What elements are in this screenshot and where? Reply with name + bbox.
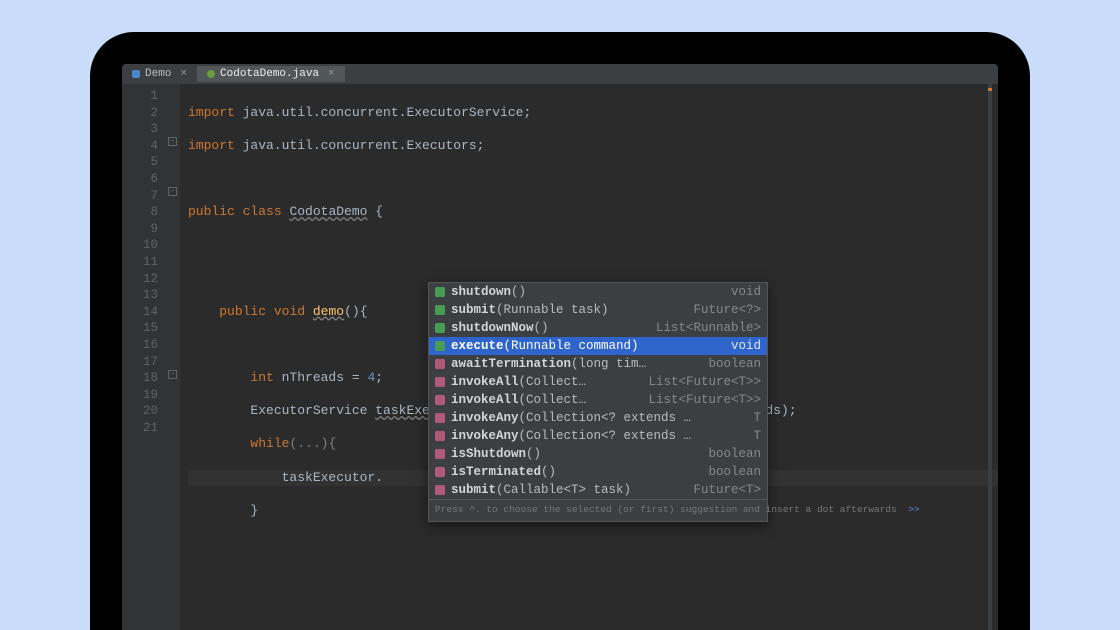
device-frame: Demo × CodotaDemo.java × 123 456 789 101…: [90, 32, 1030, 630]
completion-return-type: boolean: [708, 446, 761, 463]
warning-mark[interactable]: [988, 88, 992, 91]
error-stripe: [988, 84, 992, 630]
screen: Demo × CodotaDemo.java × 123 456 789 101…: [122, 64, 998, 630]
autocomplete-popup[interactable]: shutdown() void submit(Runnable task) Futur…: [428, 282, 768, 522]
popup-hint: Press ^. to choose the selected (or firs…: [429, 499, 767, 521]
completion-return-type: boolean: [708, 464, 761, 481]
completion-signature: isTerminated(): [451, 464, 694, 481]
completion-item[interactable]: shutdown() void: [429, 283, 767, 301]
completion-item[interactable]: invokeAll(Collect… List<Future<T>>: [429, 391, 767, 409]
completion-return-type: List<Future<T>>: [648, 374, 761, 391]
line-gutter: 123 456 789 101112 131415 161718 192021: [122, 84, 166, 630]
method-icon: [435, 359, 445, 369]
completion-signature: shutdown(): [451, 284, 717, 301]
completion-item[interactable]: invokeAny(Collection<? extends … T: [429, 427, 767, 445]
method-icon: [435, 485, 445, 495]
completion-return-type: T: [753, 428, 761, 445]
method-icon: [435, 341, 445, 351]
fold-column: − − −: [166, 84, 180, 630]
tab-codotademo[interactable]: CodotaDemo.java ×: [197, 66, 345, 82]
completion-return-type: List<Runnable>: [656, 320, 761, 337]
method-icon: [435, 323, 445, 333]
ide-window: Demo × CodotaDemo.java × 123 456 789 101…: [122, 64, 998, 630]
completion-signature: shutdownNow(): [451, 320, 642, 337]
completion-item[interactable]: invokeAll(Collect… List<Future<T>>: [429, 373, 767, 391]
completion-return-type: void: [731, 338, 761, 355]
completion-signature: submit(Runnable task): [451, 302, 679, 319]
tab-label: CodotaDemo.java: [220, 68, 319, 80]
completion-item[interactable]: awaitTermination(long tim… boolean: [429, 355, 767, 373]
completion-return-type: Future<T>: [693, 482, 761, 499]
completion-item[interactable]: isTerminated() boolean: [429, 463, 767, 481]
completion-item[interactable]: isShutdown() boolean: [429, 445, 767, 463]
completion-return-type: List<Future<T>>: [648, 392, 761, 409]
method-icon: [435, 287, 445, 297]
completion-return-type: boolean: [708, 356, 761, 373]
more-link[interactable]: >>: [908, 504, 919, 515]
method-icon: [435, 305, 445, 315]
method-icon: [435, 413, 445, 423]
close-icon[interactable]: ×: [180, 68, 187, 80]
completion-signature: invokeAll(Collect…: [451, 374, 634, 391]
completion-signature: invokeAll(Collect…: [451, 392, 634, 409]
completion-signature: invokeAny(Collection<? extends …: [451, 428, 739, 445]
completion-signature: isShutdown(): [451, 446, 694, 463]
fold-icon[interactable]: −: [168, 370, 177, 379]
method-icon: [435, 395, 445, 405]
close-icon[interactable]: ×: [328, 68, 335, 80]
method-icon: [435, 467, 445, 477]
completion-signature: awaitTermination(long tim…: [451, 356, 694, 373]
completion-item[interactable]: submit(Callable<T> task) Future<T>: [429, 481, 767, 499]
completion-signature: submit(Callable<T> task): [451, 482, 679, 499]
tab-label: Demo: [145, 68, 171, 80]
completion-return-type: void: [731, 284, 761, 301]
tab-demo[interactable]: Demo ×: [122, 66, 197, 82]
fold-icon[interactable]: −: [168, 137, 177, 146]
method-icon: [435, 449, 445, 459]
completion-signature: invokeAny(Collection<? extends …: [451, 410, 739, 427]
completion-return-type: T: [753, 410, 761, 427]
completion-item[interactable]: shutdownNow() List<Runnable>: [429, 319, 767, 337]
code-editor[interactable]: 123 456 789 101112 131415 161718 192021 …: [122, 84, 998, 630]
file-icon: [207, 70, 215, 78]
completion-item[interactable]: invokeAny(Collection<? extends … T: [429, 409, 767, 427]
completion-signature: execute(Runnable command): [451, 338, 717, 355]
method-icon: [435, 377, 445, 387]
method-icon: [435, 431, 445, 441]
fold-icon[interactable]: −: [168, 187, 177, 196]
completion-item[interactable]: submit(Runnable task) Future<?>: [429, 301, 767, 319]
file-icon: [132, 70, 140, 78]
completion-return-type: Future<?>: [693, 302, 761, 319]
editor-tabs: Demo × CodotaDemo.java ×: [122, 64, 998, 84]
completion-item[interactable]: execute(Runnable command) void: [429, 337, 767, 355]
code-area[interactable]: import java.util.concurrent.ExecutorServ…: [180, 84, 998, 630]
